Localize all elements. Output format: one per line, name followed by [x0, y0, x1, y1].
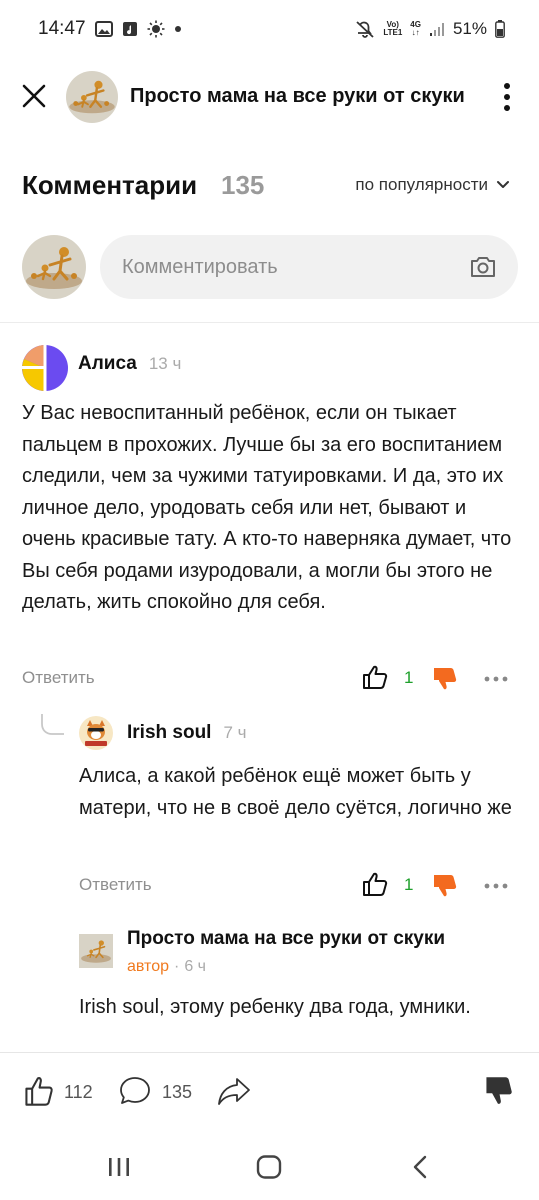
dislike-icon[interactable]	[432, 666, 458, 692]
reply-button[interactable]: Ответить	[22, 668, 95, 688]
close-icon	[22, 84, 46, 108]
share-arrow-icon	[218, 1078, 250, 1105]
reply-comment-item: Просто мама на все руки от скуки автор ·…	[0, 922, 539, 1052]
dislike-icon[interactable]	[432, 873, 458, 899]
user-avatar-image	[22, 235, 86, 299]
channel-avatar[interactable]	[66, 71, 118, 123]
like-icon[interactable]	[362, 664, 388, 690]
system-nav-bar	[0, 1132, 539, 1200]
comments-count: 135	[221, 170, 265, 200]
comment-composer: Комментировать	[22, 234, 518, 300]
music-notification-icon	[122, 21, 138, 37]
sort-label: по популярности	[355, 175, 488, 194]
channel-avatar-image	[66, 71, 118, 123]
comments-header: Комментарии 135 по популярности	[22, 166, 518, 206]
author-name[interactable]: Просто мама на все руки от скуки	[127, 928, 445, 950]
comment-input-placeholder: Комментировать	[122, 255, 278, 278]
comment-time: 7 ч	[223, 723, 247, 742]
signal-icon	[429, 21, 445, 37]
post-comment-count: 135	[162, 1082, 193, 1102]
author-row: Просто мама на все руки от скуки	[127, 928, 445, 950]
meta-separator: ·	[174, 958, 180, 975]
user-avatar	[22, 235, 86, 299]
battery-icon	[495, 20, 505, 38]
avatar	[79, 716, 113, 750]
comment-time: 13 ч	[148, 354, 182, 373]
comment-text: Алиса, а какой ребёнок ещё может быть у …	[79, 765, 512, 819]
avatar	[79, 934, 113, 968]
author-name[interactable]: Алиса	[78, 353, 137, 375]
mute-icon	[355, 20, 375, 38]
post-like-count: 112	[64, 1082, 93, 1102]
gallery-notification-icon	[94, 21, 113, 37]
more-menu-button[interactable]	[496, 80, 518, 114]
author-row: Алиса 13 ч	[78, 353, 181, 375]
author-row: Irish soul 7 ч	[127, 722, 247, 744]
comment-text: У Вас невоспитанный ребёнок, если он тык…	[22, 402, 512, 613]
more-options-icon[interactable]	[484, 675, 508, 683]
like-count: 1	[404, 668, 414, 687]
comment-text: Irish soul, этому ребенку два года, умни…	[79, 996, 471, 1018]
channel-title[interactable]: Просто мама на все руки от скуки	[130, 85, 465, 108]
author-name[interactable]: Irish soul	[127, 722, 211, 744]
home-icon[interactable]	[256, 1155, 282, 1179]
bottom-action-bar: 112 135	[0, 1052, 539, 1132]
comments-title: Комментарии	[22, 170, 198, 200]
comment-item: Алиса 13 ч У Вас невоспитанный ребёнок, …	[0, 340, 539, 700]
mobile-data-indicator: 4G ↓↑	[410, 20, 421, 37]
clock: 14:47	[38, 18, 86, 39]
like-count: 1	[404, 875, 414, 894]
vertical-dots-icon	[504, 83, 510, 111]
like-icon[interactable]	[362, 871, 388, 897]
camera-icon[interactable]	[468, 252, 498, 282]
author-badge: автор	[127, 958, 169, 975]
more-options-icon[interactable]	[484, 882, 508, 890]
chevron-down-icon	[497, 181, 509, 188]
comment-input[interactable]: Комментировать	[100, 235, 518, 299]
top-bar: Просто мама на все руки от скуки	[0, 66, 539, 128]
back-icon[interactable]	[410, 1155, 430, 1179]
recent-apps-icon[interactable]	[107, 1156, 131, 1178]
status-bar: 14:47 Vo) LTE1 4G ↓↑ 51%	[0, 0, 539, 58]
like-icon	[25, 1077, 53, 1106]
volte-indicator: Vo) LTE1	[383, 20, 403, 37]
reply-comment-item: Irish soul 7 ч Алиса, а какой ребёнок ещ…	[0, 712, 539, 902]
author-meta: автор · 6 ч	[127, 958, 206, 976]
comment-time: 6 ч	[184, 958, 207, 975]
weather-sun-icon	[147, 20, 165, 38]
reply-button[interactable]: Ответить	[79, 875, 152, 895]
avatar	[22, 345, 68, 391]
dislike-icon	[486, 1077, 512, 1104]
comment-bubble-icon	[120, 1077, 150, 1104]
reply-thread-line-icon	[41, 714, 64, 735]
battery-percent: 51%	[452, 19, 487, 38]
divider	[0, 322, 539, 323]
comment-actions: Ответить 1	[22, 664, 518, 694]
sort-dropdown[interactable]: по популярности	[355, 175, 510, 195]
notification-dot-icon	[174, 25, 182, 33]
comment-actions: Ответить 1	[79, 871, 518, 901]
close-button[interactable]	[18, 80, 50, 112]
